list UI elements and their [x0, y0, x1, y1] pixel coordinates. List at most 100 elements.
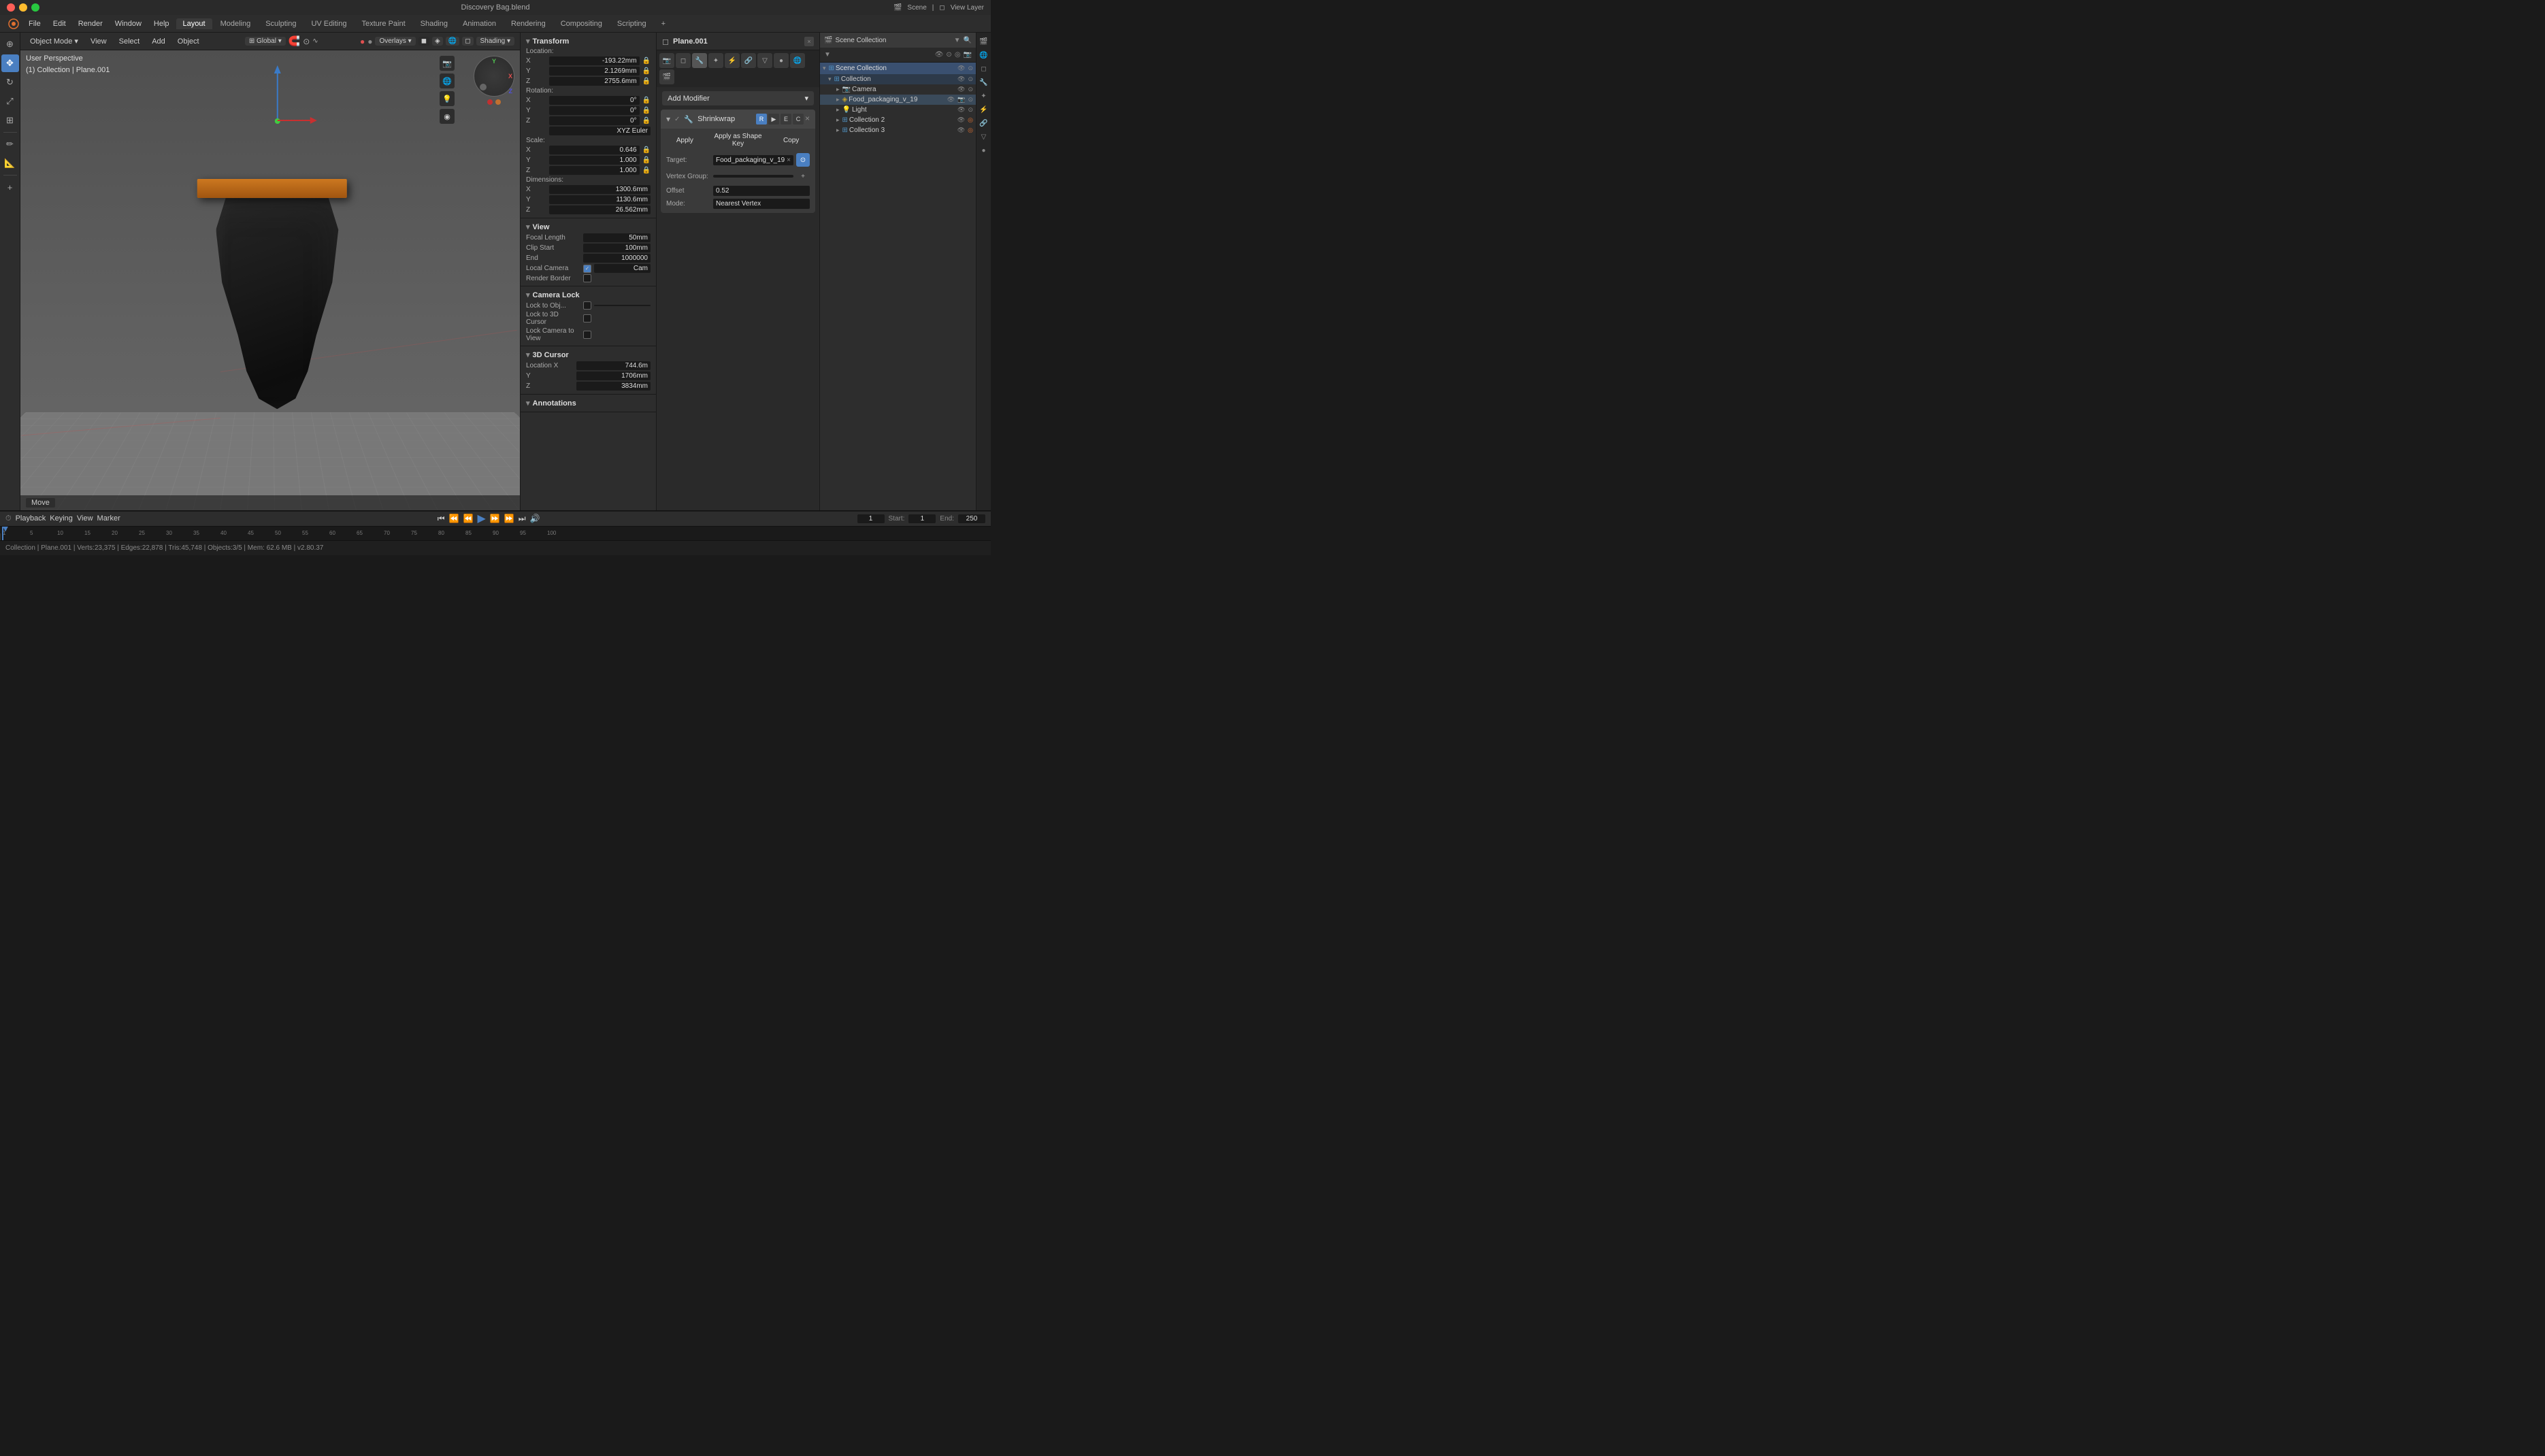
scale-z-lock[interactable]: 🔒: [642, 167, 651, 174]
cursor-3d-title[interactable]: 3D Cursor: [521, 349, 656, 361]
prop-tab-scene[interactable]: 🎬: [659, 69, 674, 84]
toolbar-measure[interactable]: 📐: [1, 154, 19, 172]
annotations-title[interactable]: Annotations: [521, 397, 656, 409]
jump-start-btn[interactable]: ⏮: [438, 514, 445, 524]
end-frame[interactable]: 250: [958, 514, 985, 523]
clip-start-value[interactable]: 100mm: [583, 244, 651, 252]
scale-y-value[interactable]: 1.000: [549, 156, 640, 165]
shrinkwrap-delete[interactable]: ×: [805, 114, 810, 125]
tab-uv-editing[interactable]: UV Editing: [304, 18, 353, 29]
close-button[interactable]: [7, 3, 15, 12]
viewport-render-btn[interactable]: 🌐: [440, 73, 455, 88]
mode-value[interactable]: Nearest Vertex: [713, 199, 810, 209]
current-frame[interactable]: 1: [857, 514, 885, 523]
apply-shape-key-button[interactable]: Apply as Shape Key: [706, 131, 770, 149]
blender-logo[interactable]: [5, 16, 22, 32]
shading-rendered[interactable]: 🌐: [446, 37, 459, 46]
hide-filter[interactable]: ◎: [955, 51, 961, 59]
shading-options-button[interactable]: Shading ▾: [476, 37, 515, 46]
tab-plus[interactable]: +: [655, 18, 672, 29]
timeline-keying[interactable]: Keying: [50, 514, 73, 523]
camera-lock-title[interactable]: Camera Lock: [521, 289, 656, 301]
timeline-marker[interactable]: Marker: [97, 514, 120, 523]
scene-search-btn[interactable]: 🔍: [964, 37, 972, 44]
vertex-group-field[interactable]: [713, 175, 793, 178]
target-value-field[interactable]: Food_packaging_v_19 ×: [713, 155, 793, 165]
apply-button[interactable]: Apply: [666, 131, 704, 149]
offset-value[interactable]: 0.52: [713, 186, 810, 196]
prop-tab-physics[interactable]: ⚡: [725, 53, 740, 68]
mesh-render[interactable]: 📷: [957, 96, 965, 103]
collection-root-item[interactable]: ▾ ⊞ Collection 👁 ⊙: [820, 74, 976, 84]
ri-object[interactable]: ◻: [978, 63, 990, 75]
cursor-y-value[interactable]: 1706mm: [576, 371, 651, 380]
overlays-button[interactable]: Overlays ▾: [375, 37, 415, 46]
menu-window[interactable]: Window: [110, 18, 147, 29]
scene-collection-scroll[interactable]: ▾ ⊞ Scene Collection 👁 ⊙ ▾ ⊞ Collection …: [820, 63, 976, 510]
tab-shading[interactable]: Shading: [414, 18, 455, 29]
render-border-check[interactable]: [583, 274, 591, 282]
toolbar-transform[interactable]: ⊞: [1, 112, 19, 129]
play-btn[interactable]: ▶: [478, 512, 486, 525]
vp-object-menu[interactable]: Object: [174, 36, 203, 47]
ri-scene[interactable]: 🎬: [978, 35, 990, 48]
rot-z-value[interactable]: 0°: [549, 116, 640, 125]
mesh-select[interactable]: ⊙: [968, 96, 973, 103]
view-section-title[interactable]: View: [521, 221, 656, 233]
toolbar-scale[interactable]: ⤢: [1, 93, 19, 110]
col2-render-off[interactable]: ◎: [968, 116, 973, 124]
scale-z-value[interactable]: 1.000: [549, 166, 640, 175]
tab-compositing[interactable]: Compositing: [554, 18, 609, 29]
render-dots[interactable]: ●: [360, 37, 365, 46]
vp-mode-selector[interactable]: Object Mode ▾: [26, 35, 82, 47]
menu-render[interactable]: Render: [73, 18, 108, 29]
loc-x-lock[interactable]: 🔒: [642, 57, 651, 65]
rot-x-value[interactable]: 0°: [549, 96, 640, 105]
light-select[interactable]: ⊙: [968, 106, 973, 114]
shrinkwrap-cage[interactable]: C: [793, 114, 804, 125]
scale-x-value[interactable]: 0.646: [549, 146, 640, 154]
prop-tab-data[interactable]: ▽: [757, 53, 772, 68]
toolbar-add[interactable]: +: [1, 178, 19, 196]
ri-data[interactable]: ▽: [978, 131, 990, 143]
tab-layout[interactable]: Layout: [176, 18, 212, 29]
copy-button[interactable]: Copy: [772, 131, 810, 149]
shrinkwrap-expand-icon[interactable]: ▾: [666, 114, 670, 124]
rot-x-lock[interactable]: 🔒: [642, 97, 651, 104]
viewport-light-btn[interactable]: 💡: [440, 91, 455, 106]
toolbar-cursor[interactable]: ⊕: [1, 35, 19, 53]
viewport-canvas[interactable]: User Perspective (1) Collection | Plane.…: [20, 50, 520, 510]
toolbar-move[interactable]: ✥: [1, 54, 19, 72]
scale-x-lock[interactable]: 🔒: [642, 146, 651, 154]
rot-y-lock[interactable]: 🔒: [642, 107, 651, 114]
prop-tab-world[interactable]: 🌐: [790, 53, 805, 68]
minimize-button[interactable]: [19, 3, 27, 12]
ri-constraint[interactable]: 🔗: [978, 117, 990, 129]
prop-tab-render[interactable]: 📷: [659, 53, 674, 68]
shrinkwrap-edit[interactable]: E: [781, 114, 791, 125]
collection-eye[interactable]: 👁: [957, 76, 965, 83]
mesh-eye[interactable]: 👁: [947, 96, 955, 103]
ri-material[interactable]: ●: [978, 144, 990, 156]
camera-eye[interactable]: 👁: [957, 86, 965, 93]
menu-edit[interactable]: Edit: [48, 18, 71, 29]
gizmo-circle[interactable]: X Y Z: [474, 56, 514, 97]
prop-tab-modifier[interactable]: 🔧: [692, 53, 707, 68]
eye-filter[interactable]: 👁: [935, 51, 944, 59]
local-camera-check[interactable]: ✓: [583, 265, 591, 273]
scale-y-lock[interactable]: 🔒: [642, 156, 651, 164]
transform-section-title[interactable]: Transform: [521, 35, 656, 47]
col3-eye[interactable]: 👁: [957, 127, 965, 134]
tab-rendering[interactable]: Rendering: [504, 18, 553, 29]
prev-keyframe-btn[interactable]: ⏪: [463, 514, 474, 523]
ri-world[interactable]: 🌐: [978, 49, 990, 61]
dim-y-value[interactable]: 1130.6mm: [549, 195, 651, 204]
lock-cursor-check[interactable]: [583, 314, 591, 322]
properties-scroll[interactable]: Transform Location: X -193.22mm 🔒 Y 2.1: [521, 33, 656, 510]
scene-collection-item[interactable]: ▾ ⊞ Scene Collection 👁 ⊙: [820, 63, 976, 74]
vp-view-menu[interactable]: View: [86, 36, 111, 47]
loc-y-value[interactable]: 2.1269mm: [549, 67, 640, 76]
lock-cam-view-check[interactable]: [583, 331, 591, 339]
camera-item[interactable]: ▸ 📷 Camera 👁 ⊙: [820, 84, 976, 95]
viewport-overlay-btn[interactable]: ◉: [440, 109, 455, 124]
